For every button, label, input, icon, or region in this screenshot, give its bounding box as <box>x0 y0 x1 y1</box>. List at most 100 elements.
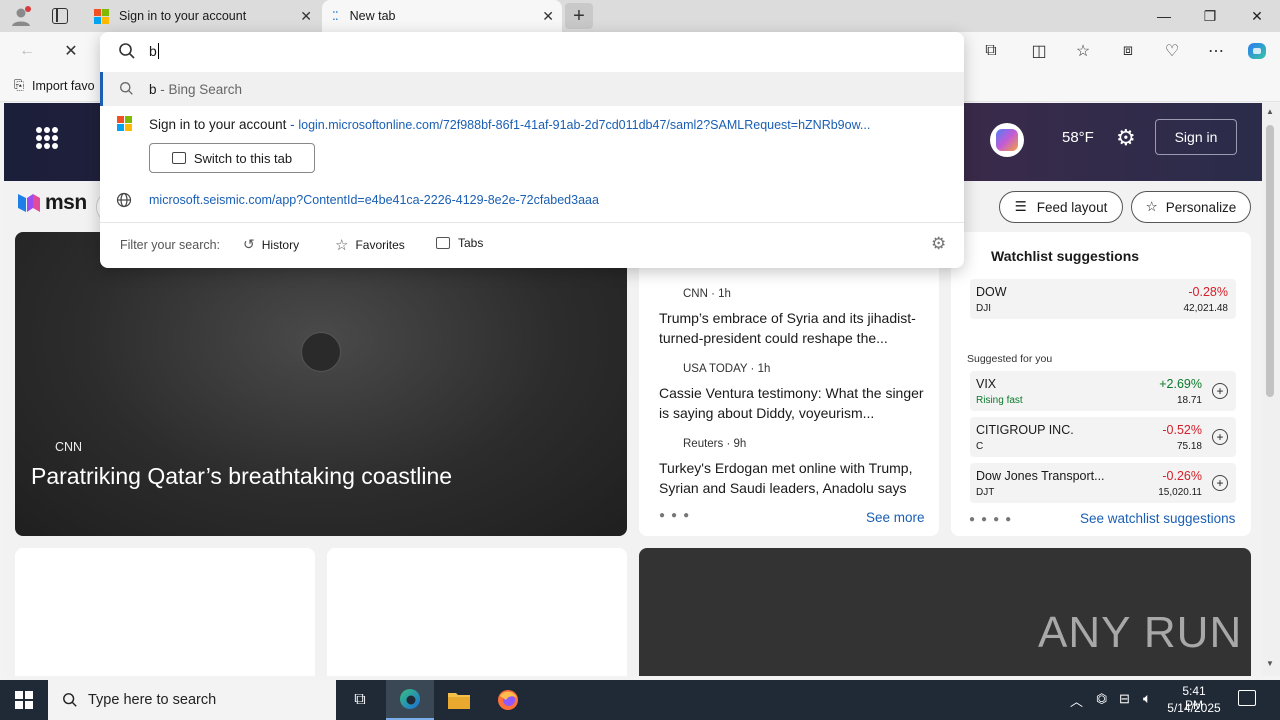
stock-change: -0.28% <box>1188 285 1228 299</box>
loading-icon: ⁚⁚ <box>332 9 339 23</box>
loading-spinner-icon <box>301 332 341 372</box>
close-window-icon[interactable]: ✕ <box>1234 0 1280 32</box>
switch-to-tab-button[interactable]: Switch to this tab <box>149 143 315 173</box>
tab-label: Sign in to your account <box>119 9 247 23</box>
stock-name: CITIGROUP INC. <box>976 423 1074 437</box>
see-more-link[interactable]: See more <box>866 510 925 525</box>
weather-temperature[interactable]: 58°F <box>1062 129 1094 146</box>
volume-icon[interactable]: 🔈︎ <box>1143 690 1151 707</box>
copilot-icon[interactable] <box>1244 39 1270 63</box>
restore-icon[interactable]: ❐ <box>1187 0 1233 32</box>
carousel-dots[interactable]: ●●● <box>659 510 695 521</box>
filter-tabs[interactable]: Tabs <box>436 236 483 250</box>
address-bar-dropdown: b b - Bing Search Sign in to your accoun… <box>100 32 964 268</box>
suggested-label: Suggested for you <box>967 353 1053 365</box>
dropdown-settings-icon[interactable]: ⚙ <box>931 234 946 254</box>
tab-sign-in[interactable]: Sign in to your account ✕ <box>84 0 320 32</box>
history-icon: ↺ <box>243 236 255 252</box>
stop-loading-icon[interactable]: ✕ <box>58 39 84 63</box>
filter-favorites[interactable]: ☆ Favorites <box>335 236 405 254</box>
scrollbar-thumb[interactable] <box>1266 125 1274 397</box>
copilot-badge-icon[interactable] <box>990 123 1024 157</box>
profile-icon[interactable] <box>10 5 32 27</box>
address-input[interactable]: b <box>149 40 939 62</box>
taskbar-search-box[interactable]: Type here to search <box>48 680 336 720</box>
add-to-watchlist-icon[interactable]: + <box>1212 429 1228 445</box>
news-headline[interactable]: Cassie Ventura testimony: What the singe… <box>659 383 927 423</box>
collections-icon[interactable]: ⧈ <box>1115 39 1141 63</box>
add-to-watchlist-icon[interactable]: + <box>1212 383 1228 399</box>
settings-gear-icon[interactable]: ⚙ <box>1116 125 1136 151</box>
stock-row[interactable]: DOW DJI -0.28% 42,021.48 <box>970 279 1236 319</box>
msn-logo[interactable]: msn <box>16 191 87 215</box>
tab-strip: Sign in to your account ✕ ⁚⁚ New tab ✕ +… <box>0 0 1280 32</box>
windows-start-icon[interactable] <box>0 680 48 720</box>
feed-card-placeholder[interactable] <box>15 548 315 676</box>
news-list-card: CNN · 1h Trump’s embrace of Syria and it… <box>639 232 939 536</box>
stock-name: VIX <box>976 377 997 391</box>
close-tab-icon[interactable]: ✕ <box>300 8 312 25</box>
stock-row[interactable]: CITIGROUP INC. C -0.52% 75.18 + <box>970 417 1236 457</box>
file-explorer-icon[interactable] <box>435 680 483 720</box>
suggestion-bing-search[interactable]: b - Bing Search <box>100 72 964 106</box>
hero-headline[interactable]: Paratriking Qatar’s breathtaking coastli… <box>31 463 452 490</box>
anyrun-watermark: ANY RUN <box>1038 608 1243 657</box>
clock-date[interactable]: 5/14/2025 <box>1166 701 1222 715</box>
tray-device-icon[interactable]: ⏣ <box>1096 691 1107 707</box>
notifications-icon[interactable] <box>1238 690 1256 706</box>
search-icon <box>62 692 78 708</box>
stock-price: 42,021.48 <box>1183 303 1229 314</box>
search-icon <box>118 42 136 60</box>
tray-chevron-icon[interactable]: ︿ <box>1070 691 1083 710</box>
stock-price: 15,020.11 <box>1158 487 1202 498</box>
sliders-icon: ☰ <box>1014 199 1027 214</box>
import-favorites-link[interactable]: ⎘ Import favo <box>14 78 95 93</box>
edge-browser-icon[interactable] <box>386 680 434 720</box>
see-watchlist-link[interactable]: See watchlist suggestions <box>1080 511 1235 526</box>
favorites-star-icon[interactable]: ☆ <box>1070 39 1096 63</box>
filter-history[interactable]: ↺ History <box>243 236 299 253</box>
news-headline[interactable]: Trump’s embrace of Syria and its jihadis… <box>659 308 927 348</box>
tabs-icon <box>436 237 450 249</box>
firefox-icon[interactable] <box>484 680 532 720</box>
suggestion-open-tab[interactable]: Sign in to your account - login.microsof… <box>100 108 964 140</box>
task-view-icon[interactable]: ⧉ <box>336 680 384 720</box>
back-icon[interactable]: ← <box>14 39 40 63</box>
feed-layout-button[interactable]: ☰ Feed layout <box>999 191 1123 223</box>
stock-row[interactable]: Dow Jones Transport... DJT -0.26% 15,020… <box>970 463 1236 503</box>
performance-icon[interactable]: ♡ <box>1159 39 1185 63</box>
close-tab-icon[interactable]: ✕ <box>542 8 554 25</box>
news-headline[interactable]: Turkey's Erdogan met online with Trump, … <box>659 458 927 498</box>
feed-card-placeholder[interactable] <box>327 548 627 676</box>
network-icon[interactable]: ⊟ <box>1119 691 1130 707</box>
stock-change: -0.26% <box>1162 469 1202 483</box>
microsoft-logo-icon <box>117 116 132 131</box>
tab-new-tab[interactable]: ⁚⁚ New tab ✕ <box>322 0 562 32</box>
tab-label: New tab <box>349 9 396 23</box>
personalize-button[interactable]: ☆ Personalize <box>1131 191 1251 223</box>
news-source: USA TODAY · 1h <box>683 363 771 375</box>
stock-symbol: C <box>976 441 984 452</box>
split-screen-icon[interactable]: ◫ <box>1026 39 1052 63</box>
hero-story-card[interactable]: CNN Paratriking Qatar’s breathtaking coa… <box>15 232 627 536</box>
stock-symbol: DJI <box>976 303 991 314</box>
page-scrollbar[interactable]: ▲ ▼ <box>1262 103 1280 676</box>
hero-source: CNN <box>55 440 83 454</box>
news-source: Reuters · 9h <box>683 438 747 450</box>
tab-actions-icon[interactable] <box>52 8 68 24</box>
extensions-icon[interactable]: ⧉ <box>978 39 1004 63</box>
sign-in-button[interactable]: Sign in <box>1155 119 1237 155</box>
new-tab-button[interactable]: + <box>565 3 593 29</box>
windows-taskbar: Type here to search ⧉ ︿ ⏣ ⊟ 🔈︎ 5:41 PM 5… <box>0 680 1280 720</box>
more-menu-icon[interactable]: ⋯ <box>1203 39 1229 63</box>
minimize-icon[interactable]: — <box>1141 0 1187 32</box>
filter-divider <box>100 222 964 223</box>
app-launcher-icon[interactable] <box>36 127 58 149</box>
personalize-icon: ☆ <box>1145 199 1158 214</box>
stock-price: 75.18 <box>1176 441 1202 452</box>
carousel-dots[interactable]: ●●●● <box>969 514 1017 525</box>
stock-row[interactable]: VIX Rising fast +2.69% 18.71 + <box>970 371 1236 411</box>
suggestion-history-url[interactable]: microsoft.seismic.com/app?ContentId=e4be… <box>100 184 964 216</box>
globe-icon <box>116 192 132 208</box>
add-to-watchlist-icon[interactable]: + <box>1212 475 1228 491</box>
